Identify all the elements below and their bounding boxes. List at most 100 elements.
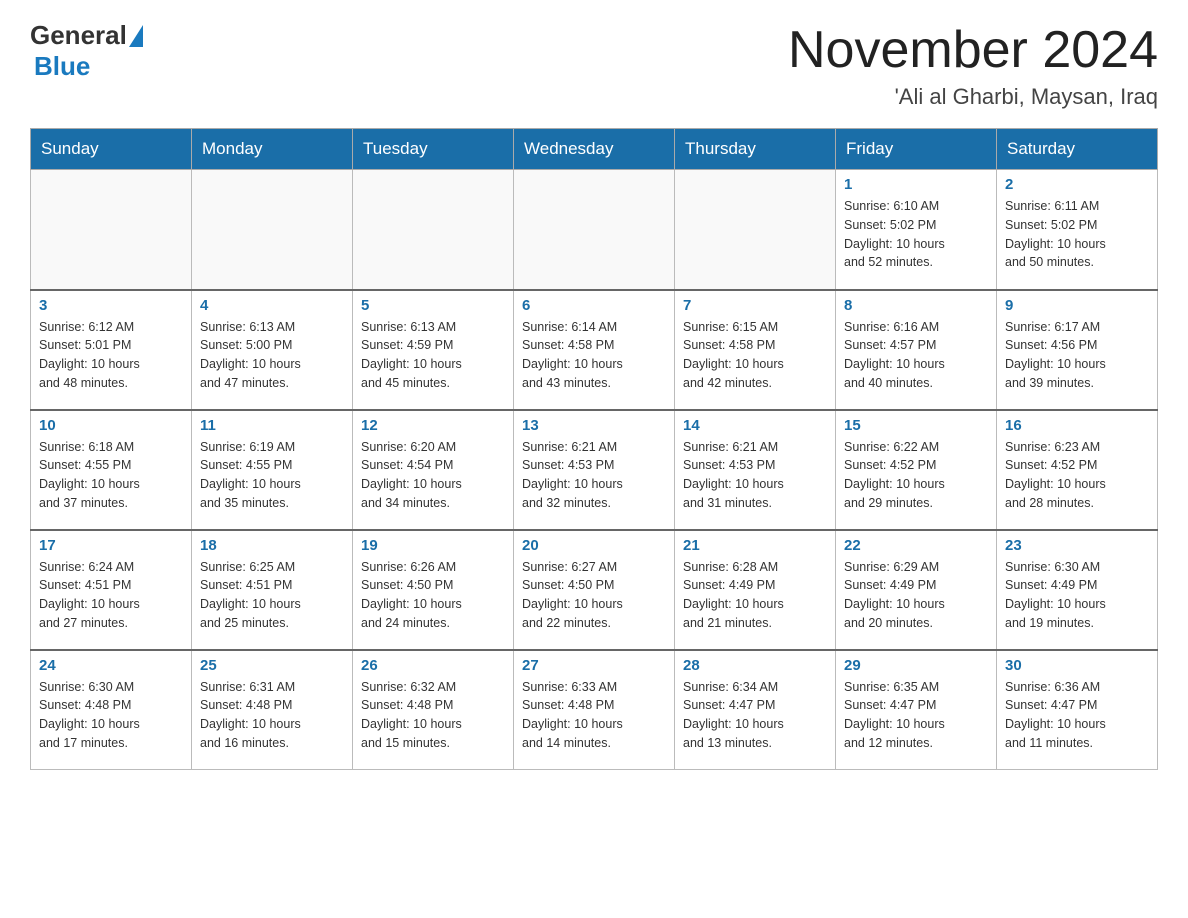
calendar-cell: 12Sunrise: 6:20 AM Sunset: 4:54 PM Dayli…: [353, 410, 514, 530]
calendar-week-row: 10 Sunrise: 6:18 AM Sunset: 4:55 PM Dayli…: [31, 410, 1158, 530]
calendar-week-row: 1 Sunrise: 6:10 AM Sunset: 5:02 PM Daylig…: [31, 170, 1158, 290]
day-info: Sunrise: 6:23 AM Sunset: 4:52 PM Dayligh…: [1005, 438, 1149, 513]
calendar-cell: [31, 170, 192, 290]
day-number: 18: [200, 537, 344, 554]
calendar-cell: 9 Sunrise: 6:17 AM Sunset: 4:56 PM Daylig…: [997, 290, 1158, 410]
calendar-cell: 26 Sunrise: 6:32 AM Sunset: 4:48 PM Dayli…: [353, 650, 514, 770]
day-info: Sunrise: 6:27 AM Sunset: 4:50 PM Dayligh…: [522, 558, 666, 633]
day-info: Sunrise: 6:25 AM Sunset: 4:51 PM Dayligh…: [200, 558, 344, 633]
day-number: 11: [200, 417, 344, 434]
calendar-cell: 27 Sunrise: 6:33 AM Sunset: 4:48 PM Dayli…: [514, 650, 675, 770]
day-number: 8: [844, 297, 988, 314]
calendar-cell: 25 Sunrise: 6:31 AM Sunset: 4:48 PM Dayli…: [192, 650, 353, 770]
calendar-cell: [192, 170, 353, 290]
calendar-cell: 22Sunrise: 6:29 AM Sunset: 4:49 PM Dayli…: [836, 530, 997, 650]
calendar-table: SundayMondayTuesdayWednesdayThursdayFrid…: [30, 128, 1158, 770]
day-number: 12: [361, 417, 505, 434]
day-of-week-header: Saturday: [997, 129, 1158, 170]
day-number: 28: [683, 657, 827, 674]
calendar-cell: 6Sunrise: 6:14 AM Sunset: 4:58 PM Daylig…: [514, 290, 675, 410]
day-of-week-header: Thursday: [675, 129, 836, 170]
day-info: Sunrise: 6:30 AM Sunset: 4:48 PM Dayligh…: [39, 678, 183, 753]
day-info: Sunrise: 6:13 AM Sunset: 4:59 PM Dayligh…: [361, 318, 505, 393]
day-number: 9: [1005, 297, 1149, 314]
calendar-cell: 24 Sunrise: 6:30 AM Sunset: 4:48 PM Dayli…: [31, 650, 192, 770]
calendar-cell: 28 Sunrise: 6:34 AM Sunset: 4:47 PM Dayli…: [675, 650, 836, 770]
day-info: Sunrise: 6:35 AM Sunset: 4:47 PM Dayligh…: [844, 678, 988, 753]
day-number: 3: [39, 297, 183, 314]
calendar-title: November 2024: [788, 20, 1158, 80]
calendar-cell: 1 Sunrise: 6:10 AM Sunset: 5:02 PM Daylig…: [836, 170, 997, 290]
calendar-cell: 19Sunrise: 6:26 AM Sunset: 4:50 PM Dayli…: [353, 530, 514, 650]
day-of-week-header: Tuesday: [353, 129, 514, 170]
day-number: 2: [1005, 176, 1149, 193]
calendar-cell: 29 Sunrise: 6:35 AM Sunset: 4:47 PM Dayli…: [836, 650, 997, 770]
day-number: 5: [361, 297, 505, 314]
logo-general: General: [30, 20, 127, 51]
calendar-cell: 30 Sunrise: 6:36 AM Sunset: 4:47 PM Dayli…: [997, 650, 1158, 770]
day-number: 16: [1005, 417, 1149, 434]
calendar-week-row: 3 Sunrise: 6:12 AM Sunset: 5:01 PM Daylig…: [31, 290, 1158, 410]
calendar-cell: [514, 170, 675, 290]
day-info: Sunrise: 6:32 AM Sunset: 4:48 PM Dayligh…: [361, 678, 505, 753]
day-number: 29: [844, 657, 988, 674]
day-info: Sunrise: 6:15 AM Sunset: 4:58 PM Dayligh…: [683, 318, 827, 393]
day-info: Sunrise: 6:34 AM Sunset: 4:47 PM Dayligh…: [683, 678, 827, 753]
calendar-cell: 2Sunrise: 6:11 AM Sunset: 5:02 PM Daylig…: [997, 170, 1158, 290]
day-info: Sunrise: 6:30 AM Sunset: 4:49 PM Dayligh…: [1005, 558, 1149, 633]
calendar-cell: [353, 170, 514, 290]
calendar-cell: 14 Sunrise: 6:21 AM Sunset: 4:53 PM Dayli…: [675, 410, 836, 530]
logo-blue: Blue: [34, 51, 90, 81]
calendar-cell: 23Sunrise: 6:30 AM Sunset: 4:49 PM Dayli…: [997, 530, 1158, 650]
day-info: Sunrise: 6:16 AM Sunset: 4:57 PM Dayligh…: [844, 318, 988, 393]
day-info: Sunrise: 6:13 AM Sunset: 5:00 PM Dayligh…: [200, 318, 344, 393]
title-area: November 2024 'Ali al Gharbi, Maysan, Ir…: [788, 20, 1158, 110]
day-info: Sunrise: 6:22 AM Sunset: 4:52 PM Dayligh…: [844, 438, 988, 513]
calendar-header-row: SundayMondayTuesdayWednesdayThursdayFrid…: [31, 129, 1158, 170]
page-header: General Blue November 2024 'Ali al Gharb…: [30, 20, 1158, 110]
day-number: 24: [39, 657, 183, 674]
day-info: Sunrise: 6:21 AM Sunset: 4:53 PM Dayligh…: [522, 438, 666, 513]
day-number: 10: [39, 417, 183, 434]
day-of-week-header: Wednesday: [514, 129, 675, 170]
calendar-cell: 17 Sunrise: 6:24 AM Sunset: 4:51 PM Dayli…: [31, 530, 192, 650]
day-number: 27: [522, 657, 666, 674]
day-info: Sunrise: 6:21 AM Sunset: 4:53 PM Dayligh…: [683, 438, 827, 513]
logo-triangle-icon: [129, 25, 143, 47]
day-info: Sunrise: 6:12 AM Sunset: 5:01 PM Dayligh…: [39, 318, 183, 393]
day-number: 1: [844, 176, 988, 193]
day-number: 21: [683, 537, 827, 554]
day-info: Sunrise: 6:36 AM Sunset: 4:47 PM Dayligh…: [1005, 678, 1149, 753]
calendar-subtitle: 'Ali al Gharbi, Maysan, Iraq: [788, 84, 1158, 110]
logo: General Blue: [30, 20, 145, 82]
day-info: Sunrise: 6:31 AM Sunset: 4:48 PM Dayligh…: [200, 678, 344, 753]
calendar-cell: 3 Sunrise: 6:12 AM Sunset: 5:01 PM Daylig…: [31, 290, 192, 410]
calendar-cell: [675, 170, 836, 290]
day-info: Sunrise: 6:17 AM Sunset: 4:56 PM Dayligh…: [1005, 318, 1149, 393]
day-number: 20: [522, 537, 666, 554]
day-info: Sunrise: 6:28 AM Sunset: 4:49 PM Dayligh…: [683, 558, 827, 633]
day-of-week-header: Monday: [192, 129, 353, 170]
day-info: Sunrise: 6:26 AM Sunset: 4:50 PM Dayligh…: [361, 558, 505, 633]
day-info: Sunrise: 6:33 AM Sunset: 4:48 PM Dayligh…: [522, 678, 666, 753]
calendar-week-row: 24 Sunrise: 6:30 AM Sunset: 4:48 PM Dayli…: [31, 650, 1158, 770]
day-number: 30: [1005, 657, 1149, 674]
day-number: 6: [522, 297, 666, 314]
day-number: 22: [844, 537, 988, 554]
calendar-cell: 20 Sunrise: 6:27 AM Sunset: 4:50 PM Dayli…: [514, 530, 675, 650]
calendar-cell: 7Sunrise: 6:15 AM Sunset: 4:58 PM Daylig…: [675, 290, 836, 410]
calendar-cell: 5 Sunrise: 6:13 AM Sunset: 4:59 PM Daylig…: [353, 290, 514, 410]
day-number: 25: [200, 657, 344, 674]
day-info: Sunrise: 6:10 AM Sunset: 5:02 PM Dayligh…: [844, 197, 988, 272]
calendar-cell: 15Sunrise: 6:22 AM Sunset: 4:52 PM Dayli…: [836, 410, 997, 530]
day-number: 14: [683, 417, 827, 434]
day-info: Sunrise: 6:24 AM Sunset: 4:51 PM Dayligh…: [39, 558, 183, 633]
calendar-cell: 8 Sunrise: 6:16 AM Sunset: 4:57 PM Daylig…: [836, 290, 997, 410]
day-number: 26: [361, 657, 505, 674]
day-of-week-header: Sunday: [31, 129, 192, 170]
day-info: Sunrise: 6:18 AM Sunset: 4:55 PM Dayligh…: [39, 438, 183, 513]
day-number: 4: [200, 297, 344, 314]
calendar-cell: 13Sunrise: 6:21 AM Sunset: 4:53 PM Dayli…: [514, 410, 675, 530]
day-number: 17: [39, 537, 183, 554]
calendar-cell: 16 Sunrise: 6:23 AM Sunset: 4:52 PM Dayli…: [997, 410, 1158, 530]
